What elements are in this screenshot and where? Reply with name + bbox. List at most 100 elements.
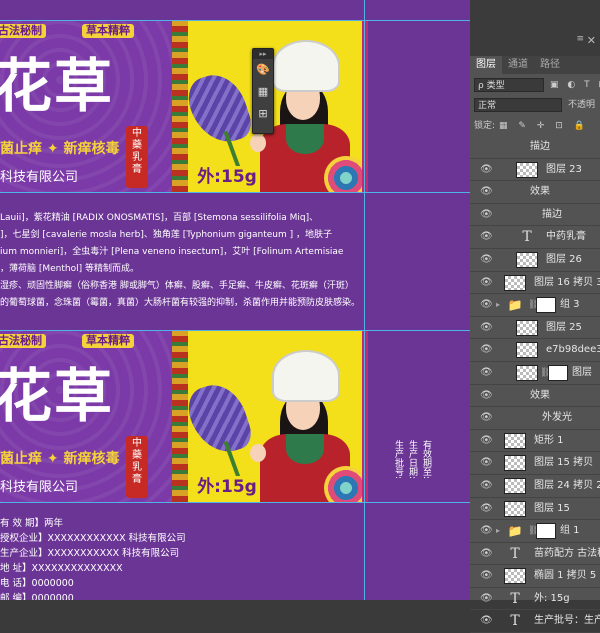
grid-icon[interactable]: ▦ — [253, 81, 273, 103]
layers-list: 描边 👁 图层 23 👁 效果 👁 描边 👁 T 中药乳膏 👁 图层 26 👁 图层 16 拷贝 3 👁 ▸ 📁… — [470, 136, 600, 633]
layer-row[interactable]: 👁 ⛓ 图层 — [470, 362, 600, 385]
layer-row[interactable]: 👁 T 中药乳膏 — [470, 226, 600, 249]
visibility-eye-icon[interactable]: 👁 — [480, 407, 493, 429]
layer-row[interactable]: 👁 T 苗药配方 古法秘 — [470, 543, 600, 566]
info-row: 有 效 期】两年 — [0, 518, 64, 529]
guide-horizontal[interactable] — [0, 330, 470, 331]
visibility-eye-icon[interactable]: 👁 — [480, 317, 493, 339]
layer-row[interactable]: 👁 T 生产批号：生产 — [470, 610, 600, 633]
toolbar-collapse-button[interactable]: ▸▸ — [253, 49, 273, 59]
chevron-right-icon[interactable]: ▸ — [496, 294, 500, 316]
layer-name: 椭圆 1 拷贝 5 — [534, 570, 597, 582]
seal-badge: 中藥乳膏 — [126, 126, 148, 188]
tag-left: 古法秘制 — [0, 24, 46, 38]
filter-icons[interactable]: ▣ ◐ T ⊡ ⊕ — [550, 78, 600, 92]
layer-name: 效果 — [530, 186, 550, 198]
chevron-right-icon[interactable]: ▸ — [496, 520, 500, 542]
visibility-eye-icon[interactable]: 👁 — [480, 520, 493, 542]
layer-thumbnail — [516, 319, 538, 336]
layer-mask-thumbnail — [536, 523, 556, 540]
panel-menu-icon[interactable]: ≡ — [576, 34, 584, 44]
kind-filter-select[interactable]: ρ 类型 — [474, 78, 544, 92]
ingredients-text: Lauii]，紫花精油 [RADIX ONOSMATIS]，百部 [Stemon… — [0, 210, 362, 312]
visibility-eye-icon[interactable]: 👁 — [480, 452, 493, 474]
layer-row[interactable]: 👁 图层 15 拷贝 — [470, 452, 600, 475]
visibility-eye-icon[interactable]: 👁 — [480, 181, 493, 203]
product-name: 花草 — [0, 52, 115, 120]
ingredients-line: ]，七星剑 [cavalerie mosla herb]、独角莲 [Typhon… — [0, 230, 332, 240]
opacity-label: 不透明 — [568, 100, 596, 110]
blend-mode-select[interactable]: 正常 — [474, 98, 562, 112]
layer-row[interactable]: 👁 图层 16 拷贝 3 — [470, 272, 600, 295]
document-canvas[interactable]: 古法秘制 草本精粹 花草 菌止痒 ✦ 新痒核毒 科技有限公司 中藥乳膏 外:15… — [0, 0, 470, 600]
company-name: 科技有限公司 — [0, 480, 79, 495]
production-date-label: 生产日期: — [407, 440, 417, 480]
layer-name: 组 1 — [560, 525, 580, 537]
layer-row[interactable]: 描边 — [470, 136, 600, 159]
visibility-eye-icon[interactable]: 👁 — [480, 430, 493, 452]
ornament-border — [172, 330, 188, 502]
visibility-eye-icon[interactable]: 👁 — [480, 588, 493, 610]
product-info: 有 效 期】两年 授权企业】XXXXXXXXXXXX 科技有限公司 生产企业】X… — [0, 516, 300, 600]
guide-horizontal[interactable] — [0, 192, 470, 193]
visibility-eye-icon[interactable]: 👁 — [480, 565, 493, 587]
layer-row[interactable]: 👁 ▸ 📁 ⛓ 组 3 — [470, 294, 600, 317]
visibility-eye-icon[interactable]: 👁 — [480, 475, 493, 497]
floating-toolbar[interactable]: ▸▸ 🎨 ▦ ⊞ — [252, 48, 274, 134]
visibility-eye-icon[interactable]: 👁 — [480, 226, 493, 248]
layer-row[interactable]: 👁 效果 — [470, 385, 600, 408]
adjustments-icon[interactable]: ⊞ — [253, 103, 273, 125]
layer-name: 中药乳膏 — [546, 231, 586, 243]
close-icon[interactable]: ✕ — [587, 34, 596, 47]
text-layer-icon: T — [510, 545, 520, 562]
seal-badge: 中藥乳膏 — [126, 436, 148, 498]
tab-channels[interactable]: 通道 — [502, 56, 534, 74]
visibility-eye-icon[interactable]: 👁 — [480, 543, 493, 565]
color-palette-icon[interactable]: 🎨 — [253, 59, 273, 81]
net-weight: 外:15g — [196, 166, 258, 188]
guide-horizontal[interactable] — [0, 502, 470, 503]
visibility-eye-icon[interactable]: 👁 — [480, 159, 493, 181]
guide-vertical[interactable] — [364, 0, 365, 600]
layer-row[interactable]: 👁 椭圆 1 拷贝 5 — [470, 565, 600, 588]
tab-layers[interactable]: 图层 — [470, 56, 502, 74]
lock-icons[interactable]: ▦ ✎ ✛ ⊡ 🔒 — [499, 121, 589, 131]
layer-thumbnail — [516, 364, 538, 381]
hand — [250, 444, 266, 462]
text-layer-icon: T — [522, 229, 532, 246]
layer-row[interactable]: 👁 外发光 — [470, 407, 600, 430]
layer-name: 生产批号：生产 — [534, 615, 600, 627]
layer-row[interactable]: 👁 图层 25 — [470, 317, 600, 340]
layer-thumbnail — [504, 477, 526, 494]
layer-row[interactable]: 👁 T 外: 15g — [470, 588, 600, 611]
layer-name: 苗药配方 古法秘 — [534, 547, 600, 559]
visibility-eye-icon[interactable]: 👁 — [480, 362, 493, 384]
guide-horizontal[interactable] — [0, 20, 470, 21]
silver-headdress — [272, 40, 340, 92]
visibility-eye-icon[interactable]: 👁 — [480, 294, 493, 316]
visibility-eye-icon[interactable]: 👁 — [480, 249, 493, 271]
visibility-eye-icon[interactable]: 👁 — [480, 610, 493, 632]
layer-row[interactable]: 👁 e7b98dee3ac8 — [470, 339, 600, 362]
info-row: 邮 编】0000000 — [0, 593, 74, 600]
panel-tabs: 图层 通道 路径 — [470, 56, 600, 74]
layer-row[interactable]: 👁 ▸ 📁 ⛓ 组 1 — [470, 520, 600, 543]
panel-top-bar: ≡ ✕ — [470, 0, 600, 56]
visibility-eye-icon[interactable]: 👁 — [480, 385, 493, 407]
layer-mask-thumbnail — [548, 364, 568, 381]
layer-row[interactable]: 👁 图层 15 — [470, 498, 600, 521]
filter-row: ρ 类型 ▣ ◐ T ⊡ ⊕ — [474, 78, 600, 94]
visibility-eye-icon[interactable]: 👁 — [480, 498, 493, 520]
visibility-eye-icon[interactable]: 👁 — [480, 339, 493, 361]
layer-row[interactable]: 👁 图层 26 — [470, 249, 600, 272]
layer-row[interactable]: 👁 描边 — [470, 204, 600, 227]
layer-row[interactable]: 👁 图层 24 拷贝 2 — [470, 475, 600, 498]
shape-layer-thumbnail — [504, 568, 526, 585]
visibility-eye-icon[interactable]: 👁 — [480, 272, 493, 294]
layer-row[interactable]: 👁 矩形 1 — [470, 430, 600, 453]
visibility-eye-icon[interactable]: 👁 — [480, 204, 493, 226]
layer-row[interactable]: 👁 图层 23 — [470, 159, 600, 182]
layer-row[interactable]: 👁 效果 — [470, 181, 600, 204]
tab-paths[interactable]: 路径 — [534, 56, 566, 74]
layer-name: 图层 23 — [546, 163, 582, 175]
